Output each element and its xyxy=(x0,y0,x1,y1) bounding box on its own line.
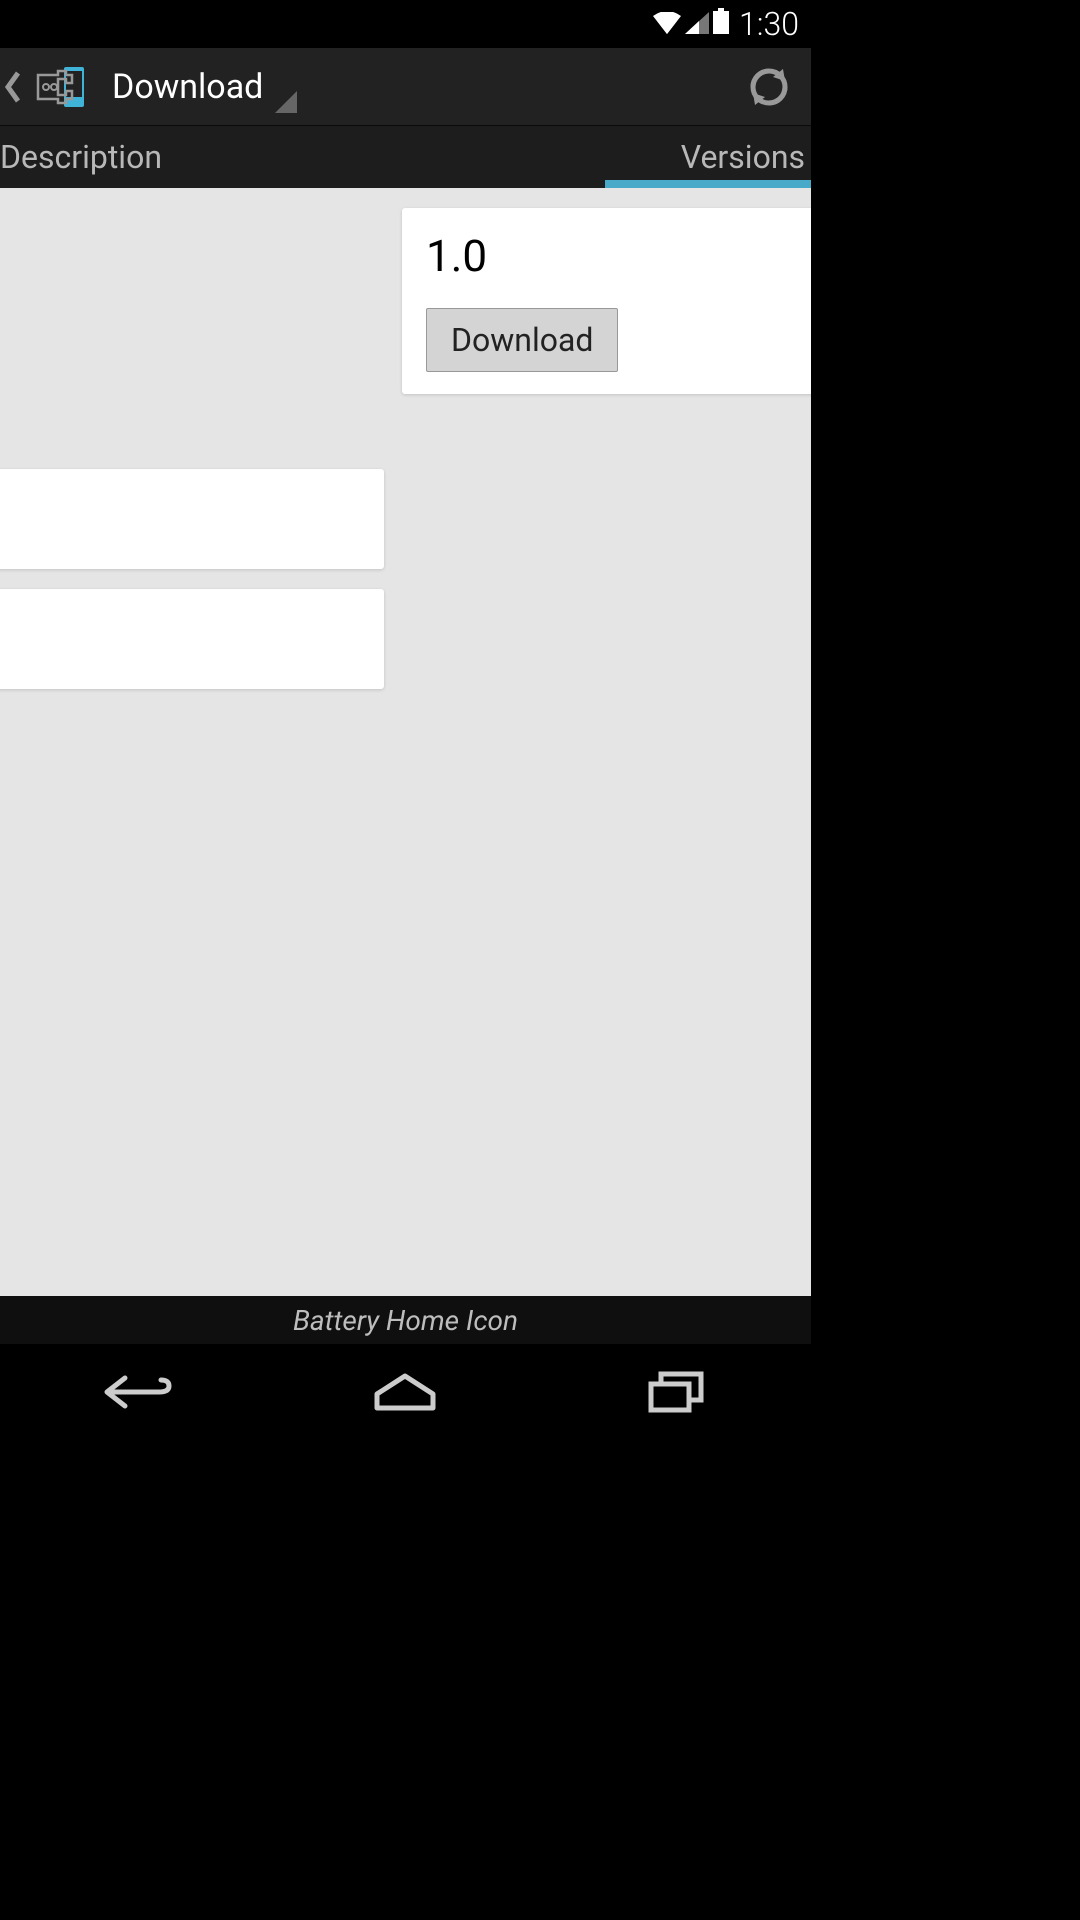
info-card-2[interactable]: e/541 xyxy=(0,589,384,689)
download-button[interactable]: Download xyxy=(426,308,618,372)
title-spinner[interactable]: Download xyxy=(94,48,315,126)
nav-home-icon xyxy=(373,1372,437,1412)
nav-back-icon xyxy=(97,1372,173,1412)
action-bar: Download xyxy=(0,48,811,126)
tab-description-label: Description xyxy=(0,138,162,176)
version-card: 1.0 Download xyxy=(402,208,811,394)
tab-versions-label: Versions xyxy=(681,138,805,176)
wifi-icon xyxy=(653,7,681,42)
tab-indicator xyxy=(605,180,811,188)
nav-back-button[interactable] xyxy=(75,1356,195,1428)
module-title-fragment: n xyxy=(0,208,384,252)
refresh-icon xyxy=(747,65,791,109)
tab-description[interactable]: Description xyxy=(0,126,403,188)
nav-recent-icon xyxy=(647,1370,705,1414)
module-description: home button to your battery life xyxy=(0,288,384,366)
navigation-bar xyxy=(0,1344,811,1440)
tab-versions[interactable]: Versions xyxy=(403,126,812,188)
cell-signal-icon xyxy=(685,7,709,42)
info-card-1[interactable] xyxy=(0,469,384,569)
description-pane: n home button to your battery life m/50m… xyxy=(0,188,402,1296)
footer-module-name: Battery Home Icon xyxy=(293,1304,518,1337)
status-bar: 1:30 xyxy=(0,0,811,48)
spinner-indicator-icon xyxy=(275,82,297,122)
nav-home-button[interactable] xyxy=(345,1356,465,1428)
versions-pane: 1.0 Download xyxy=(402,188,811,1296)
swipe-pager[interactable]: n home button to your battery life m/50m… xyxy=(0,188,811,1296)
back-button[interactable] xyxy=(0,71,26,103)
refresh-button[interactable] xyxy=(727,48,811,126)
status-time: 1:30 xyxy=(739,5,799,43)
footer-bar: Battery Home Icon xyxy=(0,1296,811,1344)
version-number: 1.0 xyxy=(426,230,811,282)
tab-bar: Description Versions xyxy=(0,126,811,188)
app-icon[interactable] xyxy=(26,63,94,111)
nav-recent-button[interactable] xyxy=(616,1356,736,1428)
page-title: Download xyxy=(112,67,263,107)
content-area: n home button to your battery life m/50m… xyxy=(0,188,811,1296)
battery-icon xyxy=(713,7,729,42)
